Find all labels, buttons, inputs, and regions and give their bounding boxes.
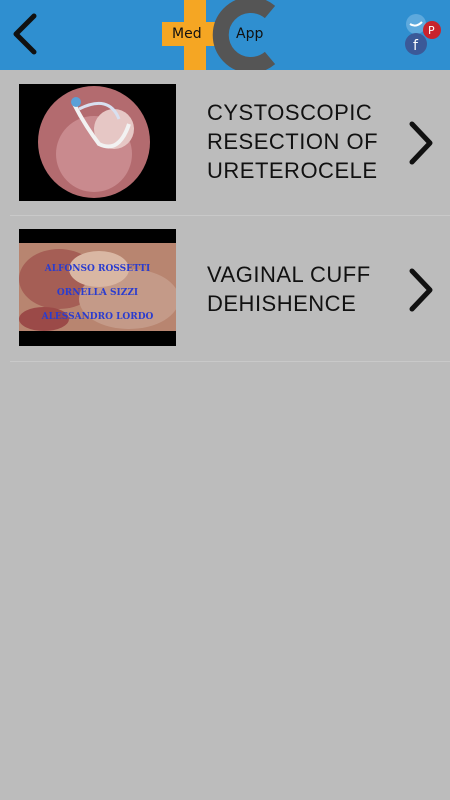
twitter-icon xyxy=(406,14,426,34)
svg-text:P: P xyxy=(428,24,435,37)
social-share-button[interactable]: P f xyxy=(394,12,444,58)
video-title: CYSTOSCOPIC RESECTION OF URETEROCELE xyxy=(207,100,379,183)
video-thumbnail: ALFONSO ROSSETTI ORNELLA SIZZI ALESSANDR… xyxy=(19,229,176,346)
top-bar: Med App P f xyxy=(0,0,450,70)
list-item-video-2[interactable]: ALFONSO ROSSETTI ORNELLA SIZZI ALESSANDR… xyxy=(10,216,450,362)
thumbnail-credit: ALFONSO ROSSETTI xyxy=(44,264,151,274)
back-button[interactable] xyxy=(8,10,44,58)
video-title: VAGINAL CUFF DEHISHENCE xyxy=(207,262,371,316)
logo-word-med: Med xyxy=(172,26,202,42)
chevron-left-icon xyxy=(13,13,37,55)
chevron-right-icon xyxy=(409,121,433,165)
thumbnail-credit: ORNELLA SIZZI xyxy=(56,288,139,298)
logo-word-app: App xyxy=(236,26,264,42)
list-item-video-1[interactable]: CYSTOSCOPIC RESECTION OF URETEROCELE xyxy=(10,70,450,216)
thumbnail-credit: ALESSANDRO LORDO xyxy=(41,312,154,322)
chevron-right-icon xyxy=(409,268,433,312)
video-thumbnail xyxy=(19,84,176,201)
